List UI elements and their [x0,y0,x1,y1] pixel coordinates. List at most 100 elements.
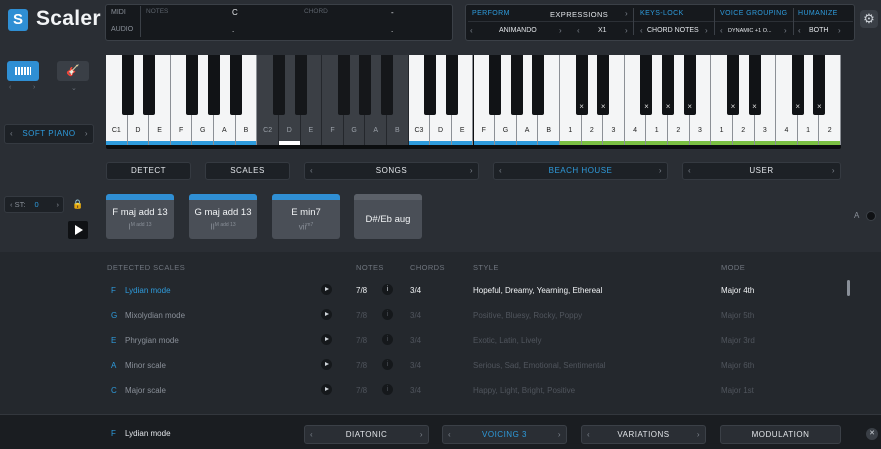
beach-house-next-icon[interactable]: › [659,163,662,179]
black-key[interactable] [510,55,523,115]
table-scrollbar[interactable] [847,280,850,296]
black-key[interactable] [121,55,134,115]
black-key[interactable] [294,55,307,115]
black-key[interactable] [337,55,350,115]
detect-button[interactable]: DETECT [106,162,191,180]
sound-preset-selector[interactable]: ‹ SOFT PIANO › [4,124,94,144]
user-prev-icon[interactable]: ‹ [688,163,691,179]
diatonic-selector[interactable]: ‹ DIATONIC › [304,425,429,444]
black-key[interactable] [359,55,372,115]
chord-pad[interactable]: E min7 viim7 [272,194,340,239]
black-key[interactable] [381,55,394,115]
black-key[interactable]: × [597,55,610,115]
table-row[interactable]: C Major scale 7/8 i 3/4 Happy, Light, Br… [0,378,881,403]
songs-selector[interactable]: ‹ SONGS › [304,162,479,180]
black-key[interactable] [229,55,242,115]
humanize-prev-icon[interactable]: ‹ [798,26,801,35]
expressions-button[interactable]: EXPRESSIONS [550,10,608,19]
user-selector[interactable]: ‹ USER › [682,162,841,180]
black-key[interactable]: × [640,55,653,115]
scales-button[interactable]: SCALES [205,162,290,180]
play-button[interactable] [68,221,88,239]
close-icon[interactable]: ✕ [866,428,878,440]
chord-pad[interactable]: D#/Eb aug [354,194,422,239]
black-key[interactable]: × [791,55,804,115]
beach-house-selector[interactable]: ‹ BEACH HOUSE › [493,162,668,180]
diatonic-prev-icon[interactable]: ‹ [310,426,313,443]
black-key[interactable] [186,55,199,115]
diatonic-next-icon[interactable]: › [420,426,423,443]
voicing-prev-icon[interactable]: ‹ [448,426,451,443]
chevron-left-icon[interactable]: ‹ [9,84,11,91]
voice-grouping-next-icon[interactable]: › [784,26,787,35]
user-next-icon[interactable]: › [832,163,835,179]
beach-house-prev-icon[interactable]: ‹ [499,163,502,179]
voice-grouping-prev-icon[interactable]: ‹ [720,26,723,35]
table-row[interactable]: A Minor scale 7/8 i 3/4 Serious, Sad, Em… [0,353,881,378]
black-key[interactable]: × [748,55,761,115]
songs-prev-icon[interactable]: ‹ [310,163,313,179]
play-scale-icon[interactable] [321,384,332,395]
info-icon[interactable]: i [382,334,393,345]
table-row[interactable]: F Lydian mode 7/8 i 3/4 Hopeful, Dreamy,… [0,278,881,303]
black-key[interactable]: × [683,55,696,115]
black-key[interactable]: × [662,55,675,115]
chevron-down-icon[interactable]: ⌄ [71,84,77,92]
chevron-right-icon[interactable]: › [33,84,35,91]
black-key[interactable] [272,55,285,115]
settings-gear-icon[interactable]: ⚙ [860,10,878,28]
sound-prev-icon[interactable]: ‹ [10,125,13,143]
speed-prev-icon[interactable]: ‹ [577,26,580,35]
keys-lock-value[interactable]: CHORD NOTES [647,27,699,34]
black-key[interactable] [532,55,545,115]
black-key[interactable]: × [575,55,588,115]
info-icon[interactable]: i [382,309,393,320]
speed-value[interactable]: X1 [598,27,607,34]
perform-prev-icon[interactable]: ‹ [470,26,473,35]
a-toggle-switch[interactable] [866,211,876,221]
play-scale-icon[interactable] [321,309,332,320]
variations-next-icon[interactable]: › [697,426,700,443]
black-key[interactable] [424,55,437,115]
humanize-next-icon[interactable]: › [838,26,841,35]
table-row[interactable]: G Mixolydian mode 7/8 i 3/4 Positive, Bl… [0,303,881,328]
black-key[interactable] [489,55,502,115]
black-key[interactable] [143,55,156,115]
piano-keyboard[interactable]: C1 D E F G A B C2 D E F G A B C3 D E F G A B 1 2 3 4 1 2 3 1 2 3 4 1 2 × × ×… [106,55,841,149]
black-key[interactable] [208,55,221,115]
voicing-selector[interactable]: ‹ VOICING 3 › [442,425,567,444]
variations-prev-icon[interactable]: ‹ [587,426,590,443]
play-scale-icon[interactable] [321,334,332,345]
semitone-transpose[interactable]: ‹ ST: 0 › [4,196,64,213]
lock-icon[interactable]: 🔒 [70,196,86,213]
chord-pad[interactable]: F maj add 13 IM add 13 [106,194,174,239]
songs-next-icon[interactable]: › [470,163,473,179]
perform-next-icon[interactable]: › [559,26,562,35]
info-icon[interactable]: i [382,384,393,395]
black-key[interactable]: × [813,55,826,115]
play-scale-icon[interactable] [321,359,332,370]
black-key[interactable]: × [726,55,739,115]
voice-grouping-value[interactable]: DYNAMIC +1 O... [728,28,772,34]
keyboard-view-button[interactable] [7,61,39,81]
table-row[interactable]: E Phrygian mode 7/8 i 3/4 Exotic, Latin,… [0,328,881,353]
black-key[interactable] [445,55,458,115]
humanize-value[interactable]: BOTH [809,27,828,34]
key-label: G [200,127,206,134]
speed-next-icon[interactable]: › [625,26,628,35]
info-icon[interactable]: i [382,359,393,370]
sound-next-icon[interactable]: › [85,125,88,143]
guitar-view-button[interactable]: 🎸 [57,61,89,81]
perform-value[interactable]: ANIMANDO [499,27,537,34]
modulation-button[interactable]: MODULATION [720,425,841,444]
midi-tab[interactable]: MIDI [108,6,138,20]
transpose-next-icon[interactable]: › [57,197,60,212]
audio-tab[interactable]: AUDIO [108,23,138,37]
voicing-next-icon[interactable]: › [558,426,561,443]
play-scale-icon[interactable] [321,284,332,295]
keys-lock-next-icon[interactable]: › [705,26,708,35]
variations-selector[interactable]: ‹ VARIATIONS › [581,425,706,444]
info-icon[interactable]: i [382,284,393,295]
chord-pad[interactable]: G maj add 13 IIM add 13 [189,194,257,239]
keys-lock-prev-icon[interactable]: ‹ [640,26,643,35]
